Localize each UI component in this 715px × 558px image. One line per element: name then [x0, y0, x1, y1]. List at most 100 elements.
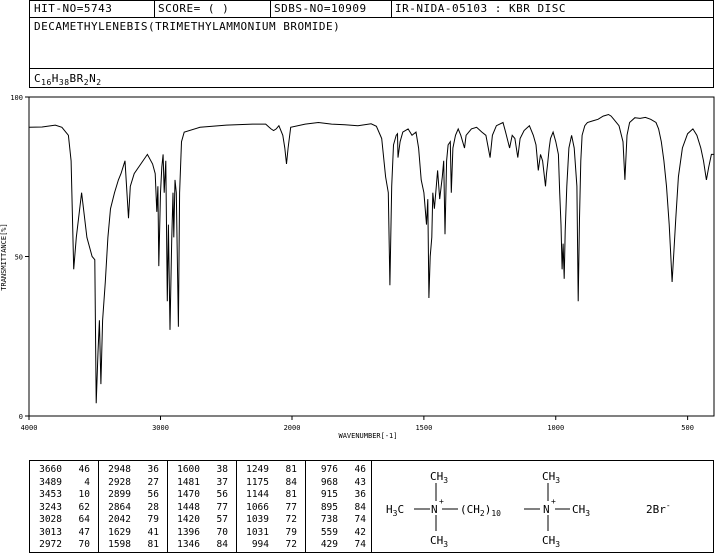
peak-wavenumber: 3028: [39, 514, 62, 525]
peak-transmittance: 57: [216, 514, 228, 525]
peak-transmittance: 72: [285, 514, 297, 525]
peak-transmittance: 79: [147, 514, 159, 525]
peak-wavenumber: 1420: [177, 514, 200, 525]
peak-wavenumber: 2899: [108, 489, 131, 500]
peak-transmittance: 74: [354, 514, 366, 525]
peak-row: 915 36: [306, 489, 373, 501]
x-tick-label: 1500: [415, 424, 432, 432]
methyl-right: CH3: [572, 503, 590, 518]
peak-row: 2042 79: [99, 514, 167, 526]
peak-wavenumber: 1346: [177, 539, 200, 550]
peak-transmittance: 62: [78, 501, 90, 513]
peak-row: 3243 62: [30, 502, 98, 514]
peak-wavenumber: 1598: [108, 539, 131, 550]
peak-row: 738 74: [306, 514, 373, 526]
peak-column: 1249 81 1175 84 1144 81 1066 77 1039 72 1031 79 994 7…: [237, 461, 306, 552]
peak-transmittance: 43: [354, 476, 366, 488]
decamethylene-chain: (CH2)10: [460, 503, 501, 518]
peak-row: 1420 57: [168, 514, 236, 526]
peak-column: 2948 36 2928 27 2899 56 2864 28 2042 79 1629 41 1598…: [99, 461, 168, 552]
peak-transmittance: 72: [285, 539, 297, 550]
peak-wavenumber: 2928: [108, 476, 131, 488]
peak-row: 1144 81: [237, 489, 305, 501]
x-tick-label: 1000: [547, 424, 564, 432]
peak-row: 1481 37: [168, 477, 236, 489]
peak-transmittance: 10: [78, 489, 90, 500]
peak-column: 976 46 968 43 915 36 895 84 738 74 559 42 429 74: [306, 461, 373, 552]
peak-row: 1249 81: [237, 464, 305, 476]
peak-wavenumber: 1470: [177, 489, 200, 500]
peak-row: 1598 81: [99, 539, 167, 551]
peak-transmittance: 46: [354, 464, 366, 475]
peak-row: 429 74: [306, 539, 373, 551]
peak-transmittance: 64: [78, 514, 90, 525]
peak-transmittance: 77: [285, 501, 297, 513]
nitrogen-left: N: [431, 503, 438, 516]
peak-wavenumber: 994: [251, 539, 269, 550]
peak-wavenumber: 1600: [177, 464, 200, 475]
peak-transmittance: 81: [147, 539, 159, 550]
peak-transmittance: 84: [354, 501, 366, 513]
peak-row: 1346 84: [168, 539, 236, 551]
peak-wavenumber: 2042: [108, 514, 131, 525]
peak-wavenumber: 1175: [246, 476, 269, 488]
peak-row: 3660 46: [30, 464, 98, 476]
y-tick-label: 50: [15, 254, 23, 262]
methyl-bottom-right: CH3: [542, 534, 560, 549]
peak-wavenumber: 2864: [108, 501, 131, 513]
peak-transmittance: 41: [147, 526, 159, 538]
peak-row: 994 72: [237, 539, 305, 551]
methyl-left: H3C: [386, 503, 404, 518]
peak-wavenumber: 1396: [177, 526, 200, 538]
peak-row: 3028 64: [30, 514, 98, 526]
peak-row: 1039 72: [237, 514, 305, 526]
charge-plus-right: +: [551, 497, 556, 506]
peak-row: 3453 10: [30, 489, 98, 501]
peak-transmittance: 4: [84, 476, 90, 488]
plot-frame: [28, 96, 715, 417]
peak-column: 3660 46 3489 4 3453 10 3243 62 3028 64 3013 47 2972 7…: [30, 461, 99, 552]
peak-wavenumber: 1481: [177, 476, 200, 488]
peak-row: 2972 70: [30, 539, 98, 551]
peak-wavenumber: 2948: [108, 464, 131, 475]
peak-wavenumber: 738: [320, 514, 338, 525]
peak-row: 1600 38: [168, 464, 236, 476]
peak-transmittance: 79: [285, 526, 297, 538]
peak-wavenumber: 1031: [246, 526, 269, 538]
peak-transmittance: 81: [285, 489, 297, 500]
peak-row: 559 42: [306, 527, 373, 539]
peak-transmittance: 38: [216, 464, 228, 475]
peak-transmittance: 81: [285, 464, 297, 475]
peak-row: 3013 47: [30, 527, 98, 539]
peak-wavenumber: 3243: [39, 501, 62, 513]
peak-row: 2864 28: [99, 502, 167, 514]
peak-wavenumber: 968: [320, 476, 338, 488]
peak-wavenumber: 3660: [39, 464, 62, 475]
peak-transmittance: 47: [78, 526, 90, 538]
y-tick-label: 100: [10, 94, 23, 102]
peak-row: 1396 70: [168, 527, 236, 539]
peak-transmittance: 36: [354, 489, 366, 500]
peak-wavenumber: 1629: [108, 526, 131, 538]
peak-wavenumber: 1144: [246, 489, 269, 500]
peak-transmittance: 70: [216, 526, 228, 538]
peak-column: 1600 38 1481 37 1470 56 1448 77 1420 57 1396 70 1346…: [168, 461, 237, 552]
peak-wavenumber: 2972: [39, 539, 62, 550]
peak-wavenumber: 559: [320, 526, 338, 538]
peak-row: 968 43: [306, 477, 373, 489]
peak-row: 1066 77: [237, 502, 305, 514]
peak-transmittance: 56: [147, 489, 159, 500]
y-tick-label: 0: [19, 413, 23, 421]
peak-transmittance: 46: [78, 464, 90, 475]
x-tick-label: 2000: [284, 424, 301, 432]
x-tick-label: 500: [681, 424, 694, 432]
x-tick-label: 4000: [21, 424, 38, 432]
peak-row: 1470 56: [168, 489, 236, 501]
peak-wavenumber: 1039: [246, 514, 269, 525]
peak-wavenumber: 915: [320, 489, 338, 500]
peak-row: 895 84: [306, 502, 373, 514]
peak-transmittance: 27: [147, 476, 159, 488]
peak-row: 1175 84: [237, 477, 305, 489]
peak-wavenumber: 895: [320, 501, 338, 513]
peak-row: 3489 4: [30, 477, 98, 489]
